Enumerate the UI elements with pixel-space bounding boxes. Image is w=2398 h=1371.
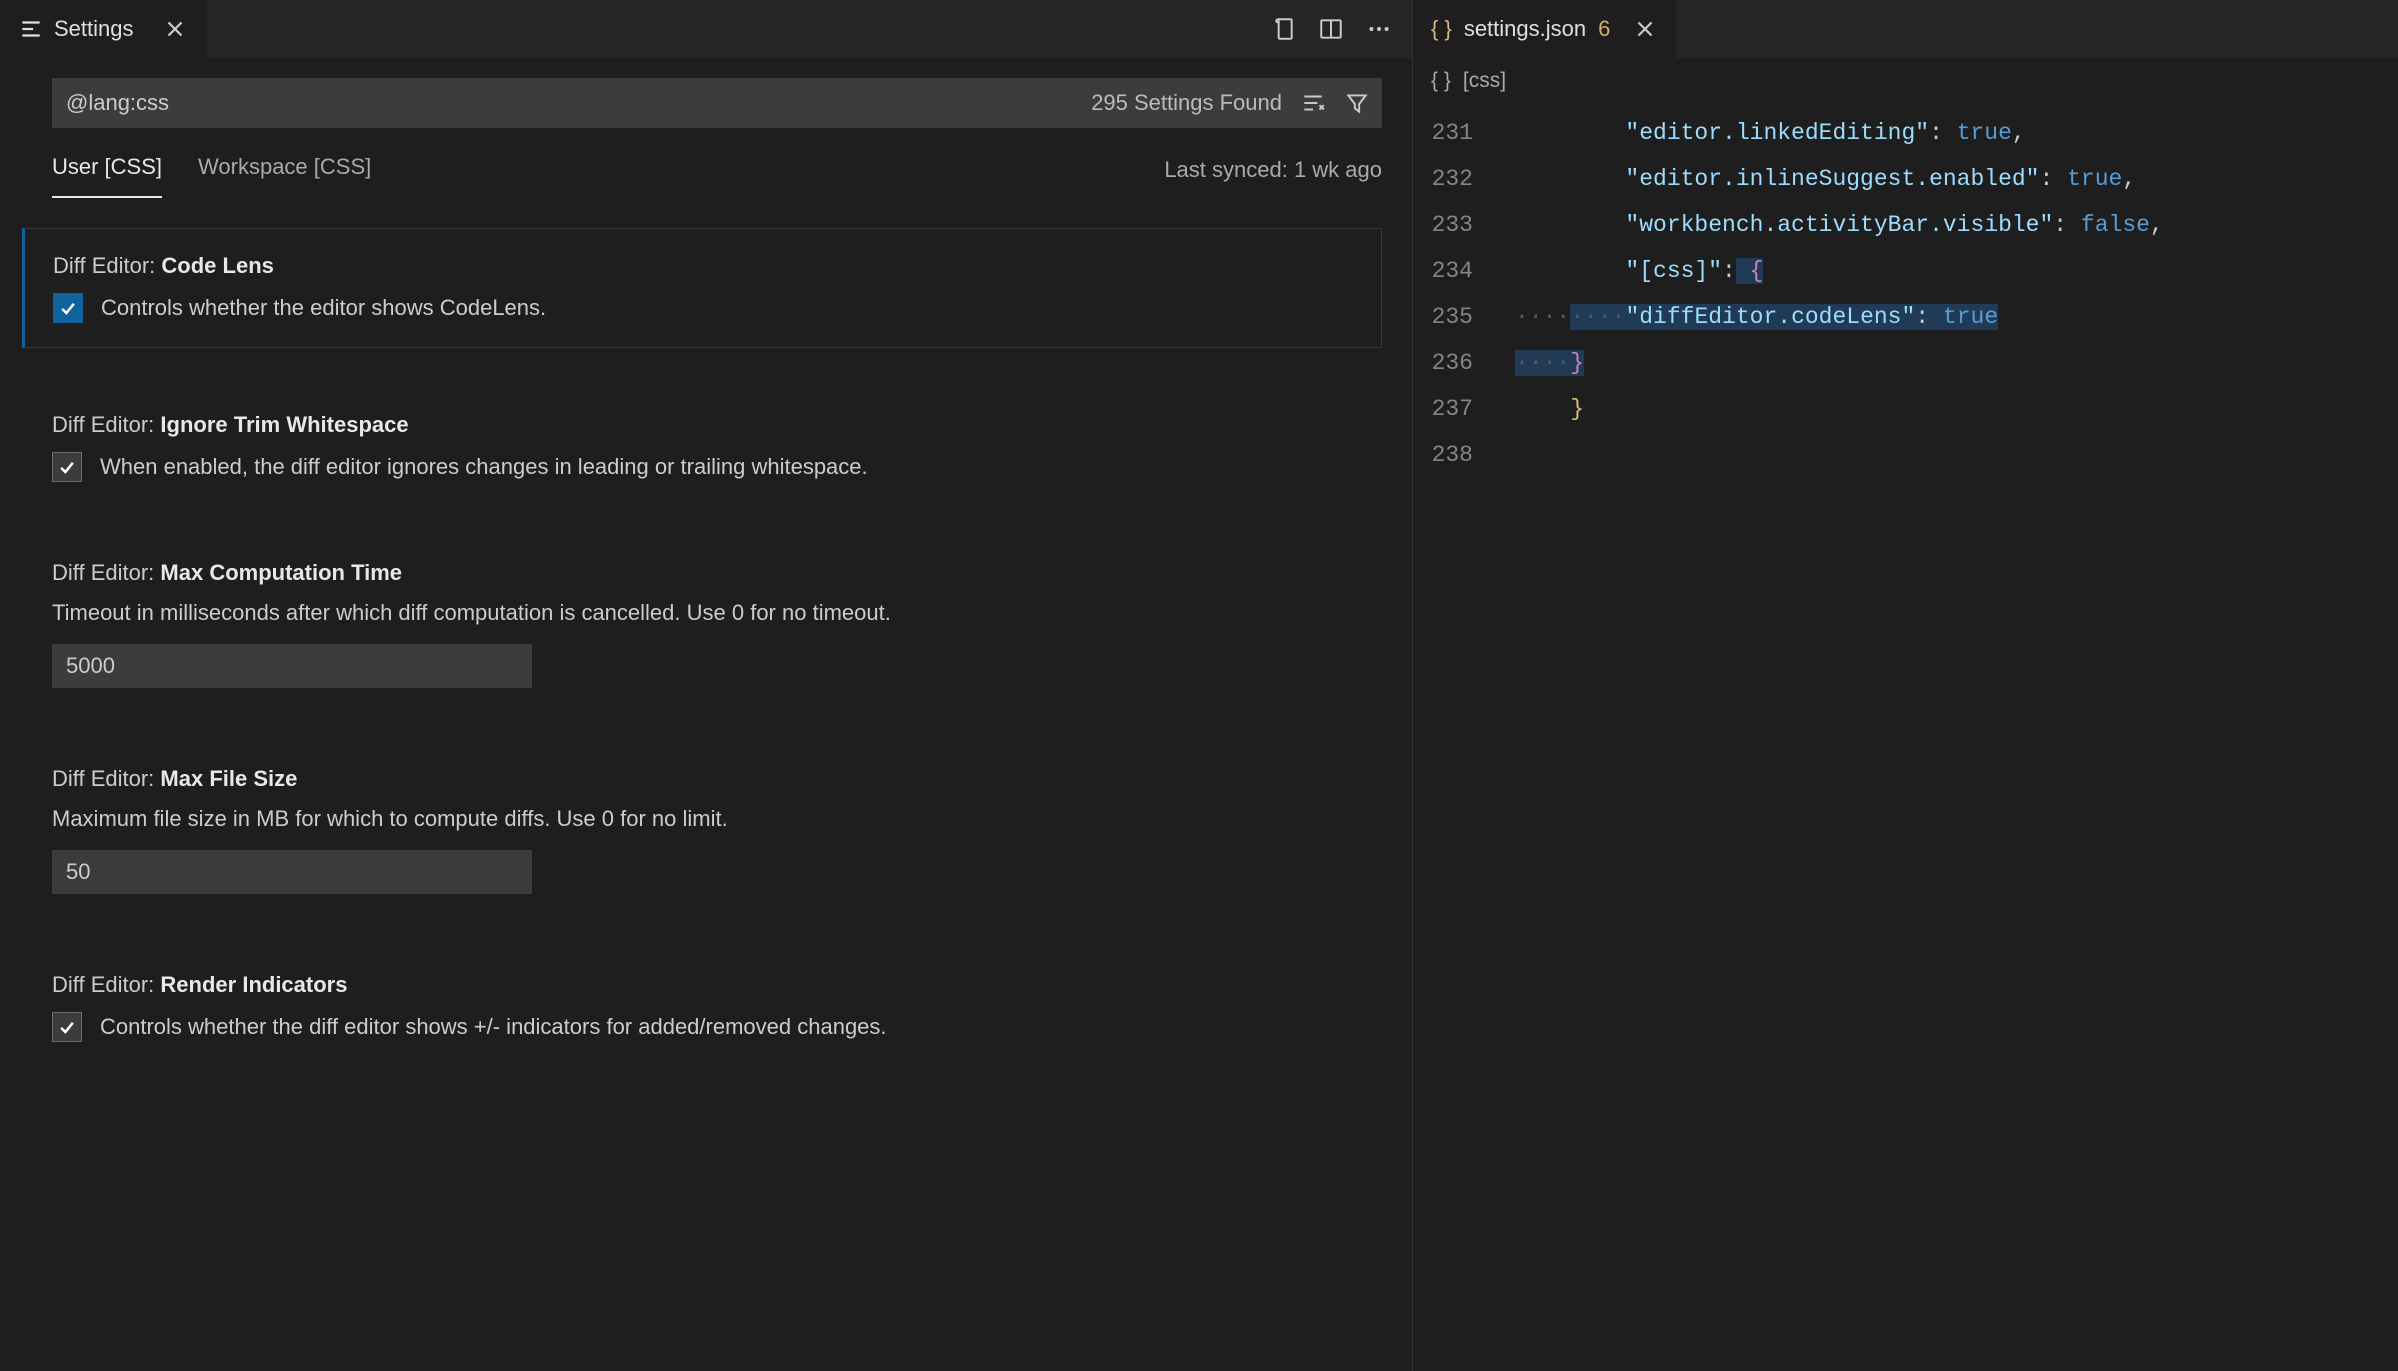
setting-description: Controls whether the diff editor shows +… bbox=[100, 1014, 887, 1040]
setting-checkbox-row: Controls whether the editor shows CodeLe… bbox=[53, 293, 1353, 323]
code-content: "[css]": { bbox=[1493, 258, 1763, 284]
setting-checkbox-row: When enabled, the diff editor ignores ch… bbox=[52, 452, 1354, 482]
breadcrumb[interactable]: { } [css] bbox=[1413, 58, 2398, 104]
setting-title: Diff Editor: Render Indicators bbox=[52, 972, 1354, 998]
setting-title-name: Max Computation Time bbox=[160, 560, 402, 585]
code-line[interactable]: 237 } bbox=[1413, 386, 2398, 432]
scope-tab-user[interactable]: User [CSS] bbox=[52, 142, 162, 198]
line-number: 231 bbox=[1413, 120, 1493, 146]
line-number: 233 bbox=[1413, 212, 1493, 238]
code-line[interactable]: 231 "editor.linkedEditing": true, bbox=[1413, 110, 2398, 156]
setting-title-prefix: Diff Editor: bbox=[52, 972, 160, 997]
breadcrumb-path: [css] bbox=[1463, 69, 1506, 93]
setting-number-input[interactable] bbox=[52, 850, 532, 894]
line-number: 236 bbox=[1413, 350, 1493, 376]
setting-title-name: Ignore Trim Whitespace bbox=[160, 412, 408, 437]
code-content: "editor.linkedEditing": true, bbox=[1493, 120, 2026, 146]
setting-title-prefix: Diff Editor: bbox=[52, 766, 160, 791]
json-editor-pane: { } settings.json 6 { } [css] 231 "edito… bbox=[1412, 0, 2398, 1371]
setting-description: Maximum file size in MB for which to com… bbox=[52, 806, 1354, 832]
checkbox[interactable] bbox=[53, 293, 83, 323]
code-content: "editor.inlineSuggest.enabled": true, bbox=[1493, 166, 2136, 192]
line-number: 238 bbox=[1413, 442, 1493, 468]
code-line[interactable]: 236····} bbox=[1413, 340, 2398, 386]
tab-bar-left: Settings bbox=[0, 0, 1412, 58]
tab-title: Settings bbox=[54, 16, 134, 42]
code-content: } bbox=[1493, 396, 1584, 422]
settings-scope-tabs: User [CSS] Workspace [CSS] bbox=[52, 142, 371, 198]
code-content: ····} bbox=[1493, 350, 1584, 376]
line-number: 235 bbox=[1413, 304, 1493, 330]
code-line[interactable]: 232 "editor.inlineSuggest.enabled": true… bbox=[1413, 156, 2398, 202]
scope-tab-workspace[interactable]: Workspace [CSS] bbox=[198, 142, 371, 198]
tab-bar-right: { } settings.json 6 bbox=[1413, 0, 2398, 58]
code-line[interactable]: 235········"diffEditor.codeLens": true bbox=[1413, 294, 2398, 340]
settings-tab-icon bbox=[18, 16, 44, 42]
settings-content: 295 Settings Found User [CSS] Workspace … bbox=[0, 58, 1412, 1371]
json-braces-icon: { } bbox=[1431, 69, 1451, 93]
sync-status: Last synced: 1 wk ago bbox=[1164, 157, 1382, 183]
line-number: 232 bbox=[1413, 166, 1493, 192]
setting-item[interactable]: Diff Editor: Ignore Trim Whitespace When … bbox=[22, 388, 1382, 506]
setting-title-prefix: Diff Editor: bbox=[52, 412, 160, 437]
setting-title-name: Code Lens bbox=[161, 253, 273, 278]
setting-description: Timeout in milliseconds after which diff… bbox=[52, 600, 1354, 626]
close-icon[interactable] bbox=[1632, 16, 1658, 42]
tab-filename: settings.json bbox=[1464, 16, 1586, 42]
setting-item[interactable]: Diff Editor: Max File Size Maximum file s… bbox=[22, 742, 1382, 918]
code-content: ········"diffEditor.codeLens": true bbox=[1493, 304, 1998, 330]
setting-title-prefix: Diff Editor: bbox=[53, 253, 161, 278]
tab-settings[interactable]: Settings bbox=[0, 0, 207, 58]
setting-title-prefix: Diff Editor: bbox=[52, 560, 160, 585]
open-json-icon[interactable] bbox=[1270, 16, 1296, 42]
json-braces-icon: { } bbox=[1431, 16, 1452, 42]
gear-icon[interactable] bbox=[0, 253, 1, 279]
code-editor[interactable]: 231 "editor.linkedEditing": true,232 "ed… bbox=[1413, 104, 2398, 1371]
line-number: 234 bbox=[1413, 258, 1493, 284]
setting-item[interactable]: Diff Editor: Max Computation Time Timeout… bbox=[22, 536, 1382, 712]
setting-item[interactable]: Diff Editor: Code Lens Controls whether t… bbox=[22, 228, 1382, 348]
checkbox[interactable] bbox=[52, 452, 82, 482]
setting-number-input[interactable] bbox=[52, 644, 532, 688]
setting-checkbox-row: Controls whether the diff editor shows +… bbox=[52, 1012, 1354, 1042]
checkbox[interactable] bbox=[52, 1012, 82, 1042]
close-icon[interactable] bbox=[162, 16, 188, 42]
settings-search-wrap: 295 Settings Found bbox=[52, 78, 1382, 128]
setting-item[interactable]: Diff Editor: Render Indicators Controls w… bbox=[22, 948, 1382, 1066]
split-editor-icon[interactable] bbox=[1318, 16, 1344, 42]
tab-settings-json[interactable]: { } settings.json 6 bbox=[1413, 0, 1676, 58]
setting-title-name: Render Indicators bbox=[160, 972, 347, 997]
search-right-group: 295 Settings Found bbox=[1091, 90, 1370, 116]
code-line[interactable]: 238 bbox=[1413, 432, 2398, 478]
settings-found-count: 295 Settings Found bbox=[1091, 90, 1282, 116]
clear-filter-icon[interactable] bbox=[1300, 90, 1326, 116]
setting-title: Diff Editor: Max File Size bbox=[52, 766, 1354, 792]
setting-title-name: Max File Size bbox=[160, 766, 297, 791]
code-content: "workbench.activityBar.visible": false, bbox=[1493, 212, 2164, 238]
editor-actions bbox=[1270, 16, 1412, 42]
setting-description: Controls whether the editor shows CodeLe… bbox=[101, 295, 546, 321]
setting-title: Diff Editor: Ignore Trim Whitespace bbox=[52, 412, 1354, 438]
code-line[interactable]: 234 "[css]": { bbox=[1413, 248, 2398, 294]
settings-editor-pane: Settings 295 Settings Found bbox=[0, 0, 1412, 1371]
setting-title: Diff Editor: Max Computation Time bbox=[52, 560, 1354, 586]
line-number: 237 bbox=[1413, 396, 1493, 422]
code-line[interactable]: 233 "workbench.activityBar.visible": fal… bbox=[1413, 202, 2398, 248]
more-actions-icon[interactable] bbox=[1366, 16, 1392, 42]
tab-modified-indicator: 6 bbox=[1598, 16, 1610, 42]
settings-scope-row: User [CSS] Workspace [CSS] Last synced: … bbox=[52, 142, 1382, 198]
filter-icon[interactable] bbox=[1344, 90, 1370, 116]
setting-description: When enabled, the diff editor ignores ch… bbox=[100, 454, 868, 480]
settings-list: Diff Editor: Code Lens Controls whether t… bbox=[52, 228, 1382, 1066]
setting-title: Diff Editor: Code Lens bbox=[53, 253, 1353, 279]
